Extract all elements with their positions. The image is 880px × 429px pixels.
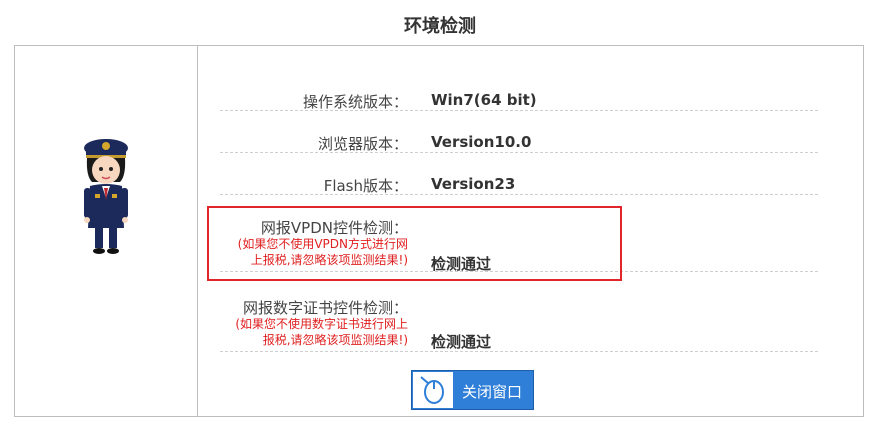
- browser-version-label: 浏览器版本：: [317, 135, 408, 153]
- certificate-check-label: 网报数字证书控件检测：: [242, 299, 408, 317]
- certificate-check-row: 网报数字证书控件检测： (如果您不使用数字证书进行网上 报税,请忽略该项监测结果…: [220, 294, 818, 352]
- browser-version-value: Version10.0: [431, 133, 532, 151]
- os-version-value: Win7(64 bit): [431, 91, 537, 109]
- certificate-check-note-line1: (如果您不使用数字证书进行网上: [235, 317, 408, 331]
- certificate-check-note: (如果您不使用数字证书进行网上 报税,请忽略该项监测结果!): [235, 316, 408, 348]
- os-version-label: 操作系统版本：: [302, 93, 408, 111]
- os-version-row: 操作系统版本： Win7(64 bit): [220, 88, 818, 111]
- vpdn-highlight-box: [207, 206, 622, 281]
- officer-avatar: [76, 136, 136, 256]
- flash-version-value: Version23: [431, 175, 516, 193]
- close-window-button[interactable]: 关闭窗口: [411, 370, 534, 410]
- browser-version-row: 浏览器版本： Version10.0: [220, 130, 818, 153]
- close-window-label: 关闭窗口: [462, 383, 523, 401]
- officer-avatar-image: [84, 139, 128, 254]
- certificate-check-note-line2: 报税,请忽略该项监测结果!): [262, 333, 408, 347]
- flash-version-label: Flash版本：: [323, 177, 408, 195]
- mouse-pointer-icon: [413, 372, 453, 408]
- page-title: 环境检测: [404, 16, 476, 37]
- panel-divider: [197, 46, 198, 417]
- certificate-check-result: 检测通过: [431, 333, 492, 351]
- flash-version-row: Flash版本： Version23: [220, 172, 818, 195]
